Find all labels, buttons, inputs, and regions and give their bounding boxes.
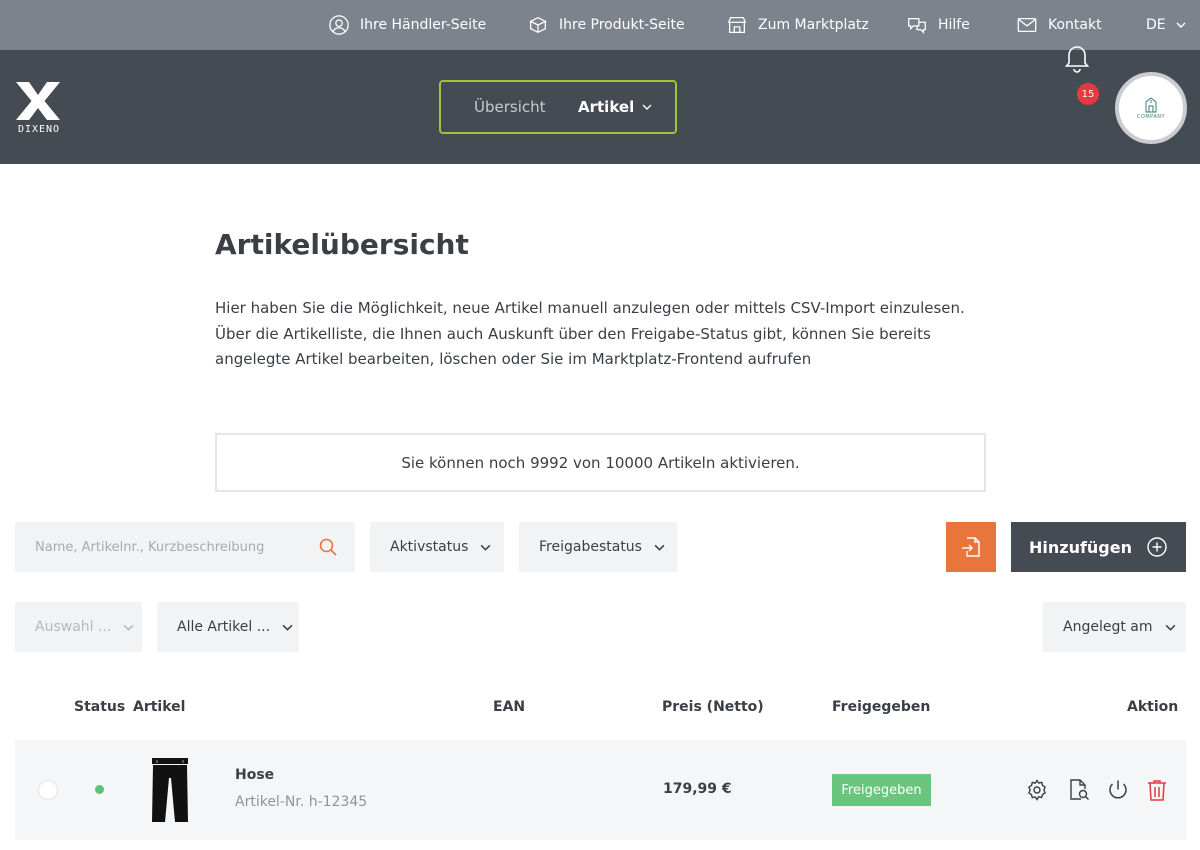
- search-box: [15, 522, 355, 572]
- search-icon[interactable]: [318, 537, 338, 557]
- toggle-active-button[interactable]: [1106, 778, 1130, 802]
- csv-import-button[interactable]: [946, 522, 996, 572]
- product-page-link[interactable]: Ihre Produkt-Seite: [527, 0, 685, 50]
- active-status-dropdown[interactable]: Aktivstatus: [370, 522, 504, 572]
- article-name[interactable]: Hose: [235, 767, 274, 783]
- chevron-down-icon: [282, 624, 293, 631]
- contact-label: Kontakt: [1048, 17, 1102, 33]
- chevron-down-icon: [123, 624, 134, 631]
- chat-help-icon: [908, 17, 926, 34]
- file-import-icon: [962, 537, 980, 557]
- page-intro-text: Hier haben Sie die Möglichkeit, neue Art…: [215, 299, 965, 368]
- chevron-down-icon: [1176, 22, 1186, 28]
- bulk-selection-dropdown[interactable]: Auswahl ...: [15, 602, 142, 652]
- column-header-ean: EAN: [493, 699, 526, 715]
- marketplace-link[interactable]: Zum Marktplatz: [726, 0, 869, 50]
- power-icon: [1109, 780, 1127, 799]
- article-number: Artikel-Nr. h-12345: [235, 794, 368, 810]
- main-nav: Übersicht Artikel: [439, 80, 677, 134]
- column-header-action: Aktion: [1127, 699, 1179, 715]
- language-label: DE: [1146, 17, 1166, 33]
- nav-overview[interactable]: Übersicht: [474, 98, 546, 116]
- article-price: 179,99 €: [663, 781, 732, 797]
- bulk-selection-label: Auswahl ...: [35, 619, 112, 635]
- help-link[interactable]: Hilfe: [906, 0, 970, 50]
- column-header-article: Artikel: [133, 699, 186, 715]
- search-input[interactable]: [35, 539, 315, 555]
- trash-icon: [1148, 780, 1166, 801]
- logo-x-mark: [16, 82, 60, 120]
- plus-circle-icon: [1147, 537, 1167, 557]
- column-header-approved: Freigegeben: [832, 699, 931, 715]
- nav-articles-label: Artikel: [578, 98, 635, 116]
- document-search-icon: [1070, 779, 1089, 800]
- company-logo-icon: [1145, 96, 1157, 112]
- language-selector[interactable]: DE: [1146, 0, 1186, 50]
- approved-status-badge: Freigegeben: [832, 774, 931, 806]
- nav-articles[interactable]: Artikel: [578, 98, 652, 116]
- activation-limit-notice: Sie können noch 9992 von 10000 Artikeln …: [215, 433, 986, 492]
- settings-button[interactable]: [1025, 778, 1049, 802]
- product-page-label: Ihre Produkt-Seite: [559, 17, 685, 33]
- column-header-status: Status: [74, 699, 126, 715]
- help-label: Hilfe: [938, 17, 970, 33]
- chevron-down-icon: [1165, 624, 1175, 631]
- company-avatar-text: COMPANY: [1136, 113, 1166, 120]
- mail-icon: [1017, 17, 1037, 33]
- merchant-page-link[interactable]: Ihre Händler-Seite: [328, 0, 486, 50]
- all-articles-label: Alle Artikel ...: [177, 619, 271, 635]
- chevron-down-icon: [480, 544, 491, 551]
- row-select-checkbox[interactable]: [38, 780, 58, 800]
- logo-text: DIXENO: [17, 124, 61, 135]
- main-header: DIXENO Übersicht Artikel: [0, 50, 1200, 164]
- notifications-button[interactable]: [1062, 41, 1092, 73]
- chevron-down-icon: [654, 544, 665, 551]
- column-header-price: Preis (Netto): [662, 699, 764, 715]
- all-articles-dropdown[interactable]: Alle Artikel ...: [157, 602, 299, 652]
- marketplace-label: Zum Marktplatz: [758, 17, 869, 33]
- gear-icon: [1028, 779, 1046, 801]
- preview-button[interactable]: [1067, 778, 1091, 802]
- store-icon: [727, 17, 747, 33]
- user-circle-icon: [329, 15, 349, 35]
- add-article-label: Hinzufügen: [1028, 537, 1132, 557]
- top-utility-bar: Ihre Händler-Seite Ihre Produkt-Seite Zu…: [0, 0, 1200, 50]
- trousers-thumbnail: [152, 758, 188, 822]
- sort-dropdown[interactable]: Angelegt am: [1043, 602, 1186, 652]
- approval-status-dropdown[interactable]: Freigabestatus: [519, 522, 677, 572]
- delete-button[interactable]: [1145, 778, 1169, 802]
- status-active-dot: [95, 785, 104, 794]
- sort-label: Angelegt am: [1063, 619, 1153, 635]
- notification-count-badge: 15: [1077, 83, 1099, 105]
- merchant-page-label: Ihre Händler-Seite: [360, 17, 487, 33]
- activation-limit-text: Sie können noch 9992 von 10000 Artikeln …: [401, 453, 800, 472]
- bell-icon: [1064, 46, 1090, 73]
- box-icon: [529, 16, 547, 34]
- table-row: [15, 740, 1186, 840]
- company-avatar[interactable]: COMPANY: [1115, 72, 1187, 144]
- page-title: Artikelübersicht: [215, 228, 469, 261]
- dixeno-logo[interactable]: DIXENO: [14, 80, 64, 138]
- chevron-down-icon: [642, 104, 652, 110]
- active-status-label: Aktivstatus: [390, 539, 469, 555]
- add-article-button[interactable]: Hinzufügen: [1011, 522, 1186, 572]
- approval-status-label: Freigabestatus: [539, 539, 642, 555]
